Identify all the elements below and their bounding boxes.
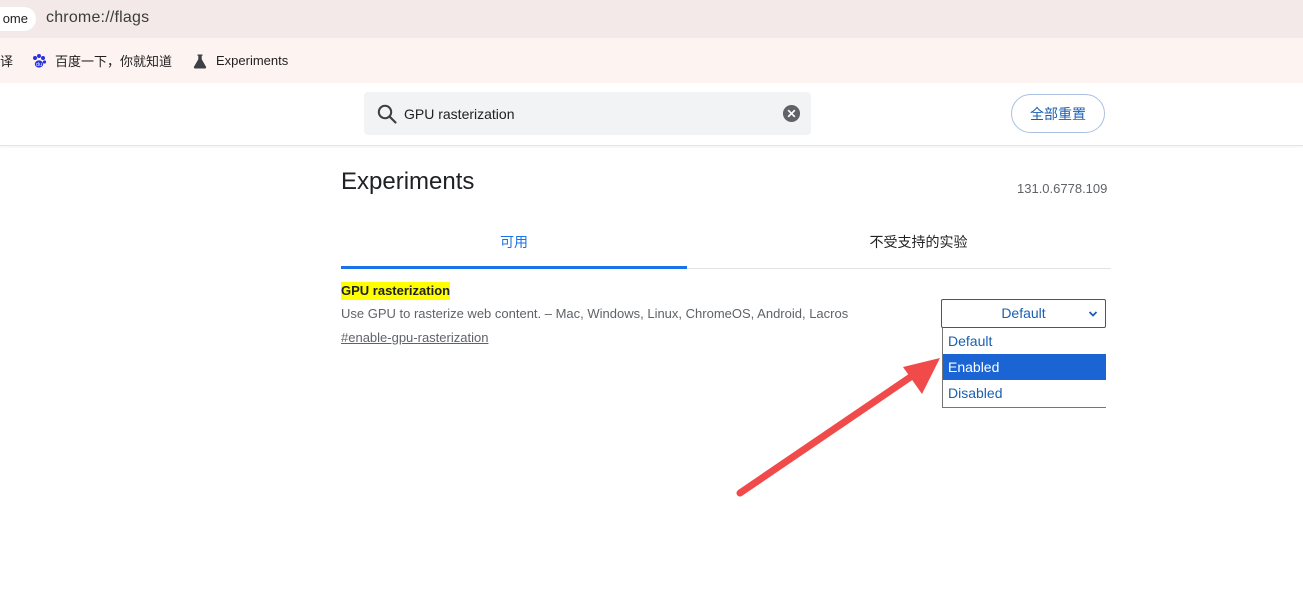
select-value: Default xyxy=(1001,305,1046,321)
clear-search-icon[interactable] xyxy=(782,104,801,123)
flag-description: Use GPU to rasterize web content. – Mac,… xyxy=(341,306,849,321)
tab-unsupported[interactable]: 不受支持的实验 xyxy=(726,222,1111,266)
search-input[interactable] xyxy=(404,92,764,135)
flag-title: GPU rasterization xyxy=(341,282,451,300)
page-title: Experiments xyxy=(341,168,475,195)
tab-available[interactable]: 可用 xyxy=(341,222,687,269)
baidu-paw-icon: du xyxy=(33,53,47,68)
option-disabled[interactable]: Disabled xyxy=(943,380,1106,406)
bookmark-item-baidu[interactable]: du 百度一下，你就知道 xyxy=(31,38,172,83)
flags-header: 全部重置 xyxy=(0,83,1303,146)
tab-chip[interactable]: ome xyxy=(0,7,36,31)
option-enabled[interactable]: Enabled xyxy=(943,354,1106,380)
flag-permalink[interactable]: #enable-gpu-rasterization xyxy=(341,330,488,345)
bookmark-item-truncated[interactable]: 译 xyxy=(0,38,13,83)
version-label: 131.0.6778.109 xyxy=(1017,181,1108,196)
tab-bar: 可用 不受支持的实验 xyxy=(341,222,1111,269)
bookmark-label: 百度一下，你就知道 xyxy=(55,54,173,69)
option-default[interactable]: Default xyxy=(943,328,1106,354)
url-text[interactable]: chrome://flags xyxy=(46,9,149,27)
reset-all-button[interactable]: 全部重置 xyxy=(1011,94,1105,133)
flask-icon xyxy=(193,54,207,68)
select-dropdown-list: Default Enabled Disabled xyxy=(942,328,1106,408)
bookmark-item-experiments[interactable]: Experiments xyxy=(192,38,288,83)
address-bar: ome chrome://flags xyxy=(0,0,1303,38)
chevron-down-icon xyxy=(1088,311,1098,317)
search-box[interactable] xyxy=(364,92,811,135)
search-icon xyxy=(377,104,397,124)
svg-text:du: du xyxy=(36,62,42,68)
bookmark-label: Experiments xyxy=(216,53,289,68)
bookmarks-bar: 译 du 百度一下，你就知道 Experiments xyxy=(0,38,1303,83)
bookmark-label: 译 xyxy=(0,54,14,69)
flag-state-select[interactable]: Default xyxy=(941,299,1106,328)
